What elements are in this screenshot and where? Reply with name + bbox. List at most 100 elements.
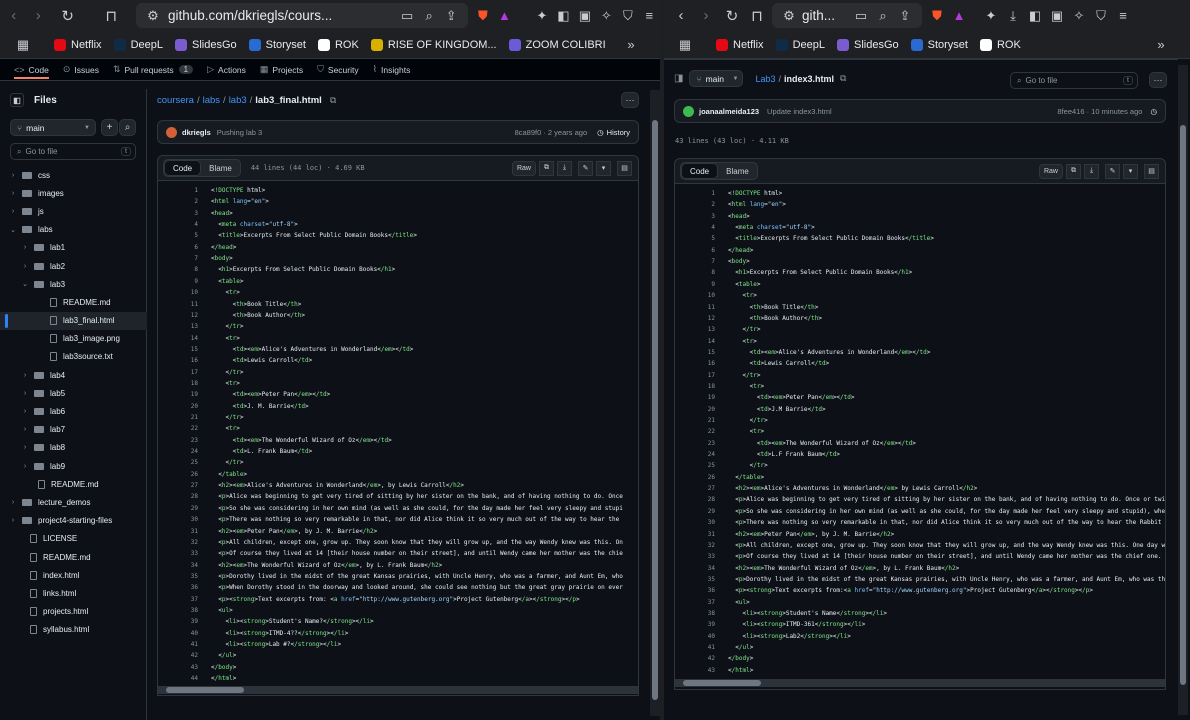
back-icon[interactable]: ‹ bbox=[670, 5, 692, 27]
expand-panel-icon[interactable]: ◨ bbox=[674, 73, 683, 84]
branch-select[interactable]: ⑂ main ▼ bbox=[689, 70, 744, 87]
sidebar-icon[interactable]: ◧ bbox=[1024, 5, 1046, 27]
file-tree-folder[interactable]: › lab9 bbox=[0, 457, 147, 475]
vpn-icon[interactable]: ⛉ bbox=[617, 5, 638, 27]
bookmark-item[interactable]: Netflix bbox=[716, 38, 764, 51]
file-tree-folder[interactable]: › images bbox=[0, 184, 147, 202]
bookmark-item[interactable]: ZOOM COLIBRI bbox=[508, 38, 606, 51]
leo-icon[interactable]: ✧ bbox=[596, 5, 617, 27]
copy-path-icon[interactable]: ⧉ bbox=[330, 95, 336, 106]
file-tree-folder[interactable]: › lab2 bbox=[0, 257, 147, 275]
file-tree-folder[interactable]: › lab8 bbox=[0, 439, 147, 457]
bookmark-item[interactable]: Storyset bbox=[248, 38, 306, 51]
bookmark-icon[interactable]: ⊓ bbox=[100, 5, 121, 27]
cast-icon[interactable]: ▭ bbox=[396, 5, 418, 27]
zoom-icon[interactable]: ⌕ bbox=[872, 5, 894, 27]
bookmark-item[interactable]: ROK bbox=[979, 38, 1021, 51]
file-tree-file[interactable]: LICENSE bbox=[0, 530, 147, 548]
file-tree-folder[interactable]: › lab6 bbox=[0, 402, 147, 420]
bookmark-item[interactable]: RISE OF KINGDOM... bbox=[370, 38, 497, 51]
brave-shield-icon[interactable]: ⛊ bbox=[472, 5, 493, 27]
more-bookmarks-icon[interactable]: » bbox=[620, 34, 642, 56]
bookmark-item[interactable]: SlidesGo bbox=[836, 38, 899, 51]
file-tree-file[interactable]: lab3_image.png bbox=[0, 330, 147, 348]
go-to-file-input[interactable]: ⌕ Go to file t bbox=[1010, 72, 1138, 89]
file-tree-folder[interactable]: ⌄ lab3 bbox=[0, 275, 147, 293]
file-tree-file[interactable]: links.html bbox=[0, 584, 147, 602]
copy-path-icon[interactable]: ⧉ bbox=[840, 73, 846, 84]
download-icon[interactable]: ⤓ bbox=[1084, 163, 1099, 179]
download-icon[interactable]: ⤓ bbox=[557, 160, 572, 176]
breadcrumb-item[interactable]: coursera bbox=[157, 95, 194, 106]
horizontal-scrollbar[interactable] bbox=[675, 679, 1165, 687]
tab-actions[interactable]: ▷ Actions bbox=[207, 64, 246, 75]
download-icon[interactable]: ⤓ bbox=[1002, 5, 1024, 27]
symbols-panel-icon[interactable]: ▤ bbox=[617, 160, 632, 176]
more-options-button[interactable]: ··· bbox=[1149, 72, 1167, 88]
symbols-panel-icon[interactable]: ▤ bbox=[1144, 163, 1159, 179]
raw-button[interactable]: Raw bbox=[511, 160, 536, 176]
breadcrumb-item[interactable]: Lab3 bbox=[755, 74, 775, 84]
address-bar[interactable]: ⚙ gith... ▭ ⌕ ⇪ bbox=[772, 3, 922, 28]
apps-grid-icon[interactable]: ▦ bbox=[674, 34, 696, 56]
file-tree-folder[interactable]: › lab7 bbox=[0, 421, 147, 439]
history-icon[interactable]: ◷ bbox=[1150, 107, 1157, 116]
commit-message[interactable]: Update index3.html bbox=[767, 107, 832, 116]
search-button[interactable]: ⌕ bbox=[119, 119, 136, 136]
cast-icon[interactable]: ▭ bbox=[850, 5, 872, 27]
file-tree-file[interactable]: index.html bbox=[0, 566, 147, 584]
vertical-scrollbar[interactable] bbox=[650, 90, 660, 716]
history-button[interactable]: ◷ History bbox=[597, 128, 630, 137]
bookmark-item[interactable]: Netflix bbox=[54, 38, 102, 51]
share-icon[interactable]: ⇪ bbox=[440, 5, 462, 27]
file-tree-folder[interactable]: › lab5 bbox=[0, 384, 147, 402]
commit-sha-time[interactable]: 8fee416 · 10 minutes ago bbox=[1057, 107, 1142, 116]
file-tree-folder[interactable]: › lab1 bbox=[0, 239, 147, 257]
share-icon[interactable]: ⇪ bbox=[894, 5, 916, 27]
branch-select[interactable]: ⑂ main ▼ bbox=[10, 119, 96, 136]
file-tree-file[interactable]: README.md bbox=[0, 548, 147, 566]
breadcrumb-item[interactable]: lab3 bbox=[229, 95, 247, 106]
file-tree-folder[interactable]: › project4-starting-files bbox=[0, 512, 147, 530]
copy-icon[interactable]: ⧉ bbox=[1066, 163, 1081, 179]
tab-projects[interactable]: ▦ Projects bbox=[260, 64, 303, 75]
apps-grid-icon[interactable]: ▦ bbox=[12, 34, 34, 56]
raw-button[interactable]: Raw bbox=[1038, 163, 1063, 179]
forward-icon[interactable]: › bbox=[695, 5, 717, 27]
commit-author[interactable]: dkriegls bbox=[182, 128, 211, 137]
file-tree-folder[interactable]: › lecture_demos bbox=[0, 493, 147, 511]
file-tree-file[interactable]: README.md bbox=[0, 293, 147, 311]
bookmark-item[interactable]: DeepL bbox=[775, 38, 825, 51]
horizontal-scrollbar[interactable] bbox=[158, 686, 638, 694]
site-settings-icon[interactable]: ⚙ bbox=[778, 5, 800, 27]
brave-rewards-icon[interactable]: ▲ bbox=[494, 5, 515, 27]
code-tab[interactable]: Code bbox=[681, 163, 719, 179]
code-viewer[interactable]: 1 <!DOCTYPE html> 2 <html lang="en"> 3 <head>… bbox=[157, 181, 639, 696]
edit-icon[interactable]: ✎ bbox=[578, 160, 593, 176]
vpn-icon[interactable]: ⛉ bbox=[1090, 5, 1112, 27]
file-tree-file[interactable]: projects.html bbox=[0, 603, 147, 621]
edit-icon[interactable]: ✎ bbox=[1105, 163, 1120, 179]
bookmark-icon[interactable]: ⊓ bbox=[746, 5, 768, 27]
sidebar-icon[interactable]: ◧ bbox=[553, 5, 574, 27]
copy-icon[interactable]: ⧉ bbox=[539, 160, 554, 176]
menu-icon[interactable]: ≡ bbox=[639, 5, 660, 27]
extensions-icon[interactable]: ✦ bbox=[531, 5, 552, 27]
brave-shield-icon[interactable]: ⛊ bbox=[926, 5, 948, 27]
tab-issues[interactable]: ⊙ Issues bbox=[63, 64, 99, 75]
file-tree-file[interactable]: lab3_final.html bbox=[0, 311, 147, 330]
reload-icon[interactable]: ↻ bbox=[721, 5, 743, 27]
bookmark-item[interactable]: DeepL bbox=[113, 38, 163, 51]
reload-icon[interactable]: ↻ bbox=[57, 5, 78, 27]
edit-dropdown-icon[interactable]: ▾ bbox=[596, 160, 611, 176]
leo-icon[interactable]: ✧ bbox=[1068, 5, 1090, 27]
collapse-panel-icon[interactable]: ◧ bbox=[10, 93, 24, 107]
blame-tab[interactable]: Blame bbox=[201, 160, 240, 176]
vertical-scrollbar[interactable] bbox=[1178, 65, 1188, 715]
zoom-icon[interactable]: ⌕ bbox=[418, 5, 440, 27]
address-bar[interactable]: ⚙ github.com/dkriegls/cours... ▭ ⌕ ⇪ bbox=[135, 3, 469, 28]
bookmark-item[interactable]: ROK bbox=[317, 38, 359, 51]
tab-pull-requests[interactable]: ⇅ Pull requests 1 bbox=[113, 64, 194, 75]
tab-insights[interactable]: ⌇ Insights bbox=[373, 64, 411, 75]
file-tree-file[interactable]: syllabus.html bbox=[0, 621, 147, 639]
